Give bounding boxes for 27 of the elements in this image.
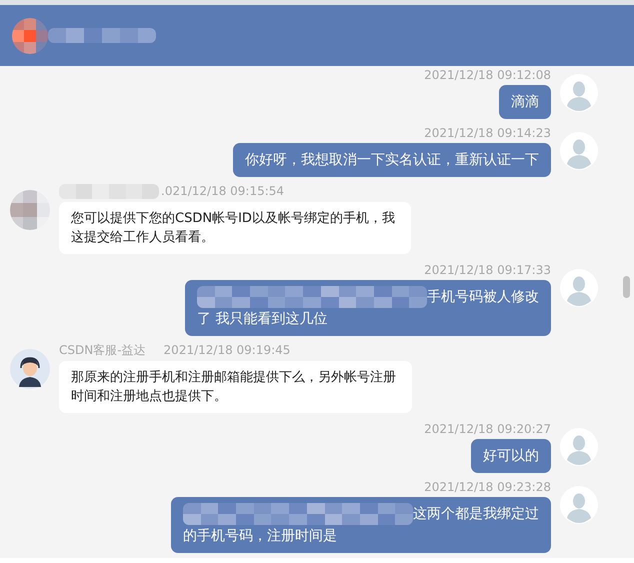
sender-name: CSDN客服-益达 — [59, 343, 146, 358]
message-text: 那原来的注册手机和注册邮箱能提供下么，另外帐号注册 — [71, 369, 396, 387]
user-avatar-icon — [560, 269, 598, 307]
message-text: 好可以的 — [483, 447, 539, 466]
message-time: 2021/12/18 09:12:08 — [424, 68, 551, 83]
message-time: 2021/12/18 09:17:33 — [424, 263, 551, 278]
message-time: 2021/12/18 09:19:45 — [164, 343, 290, 358]
user-avatar-icon — [560, 486, 598, 524]
user-avatar-icon — [560, 132, 598, 170]
scrollbar-thumb[interactable] — [623, 276, 630, 298]
message-time: 2021/12/18 09:23:28 — [424, 480, 551, 495]
agent-avatar-icon — [10, 349, 50, 389]
message-text: 您可以提供下您的CSDN帐号ID以及帐号绑定的手机，我 — [71, 210, 395, 228]
user-avatar-icon — [560, 428, 598, 466]
message-text: 滴滴 — [511, 93, 539, 112]
message-text: 你好呀，我想取消一下实名认证，重新认证一下 — [245, 151, 539, 170]
message-text: 时间和注册地点也提供下。 — [71, 388, 227, 406]
message-time: 2021/12/18 09:14:23 — [424, 126, 551, 141]
message-text: 手机号码被人修改 — [427, 288, 539, 307]
message-text: 了 我只能看到这几位 — [197, 310, 328, 329]
message-text: 这提交给工作人员看看。 — [71, 229, 214, 247]
message-text: 这两个都是我绑定过 — [413, 505, 539, 524]
blurred-avatar — [12, 18, 48, 54]
message-time: .021/12/18 09:15:54 — [161, 184, 284, 199]
user-avatar-icon — [560, 74, 598, 112]
message-time: 2021/12/18 09:20:27 — [424, 422, 551, 437]
message-text: 的手机号码，注册时间是 — [183, 527, 337, 546]
